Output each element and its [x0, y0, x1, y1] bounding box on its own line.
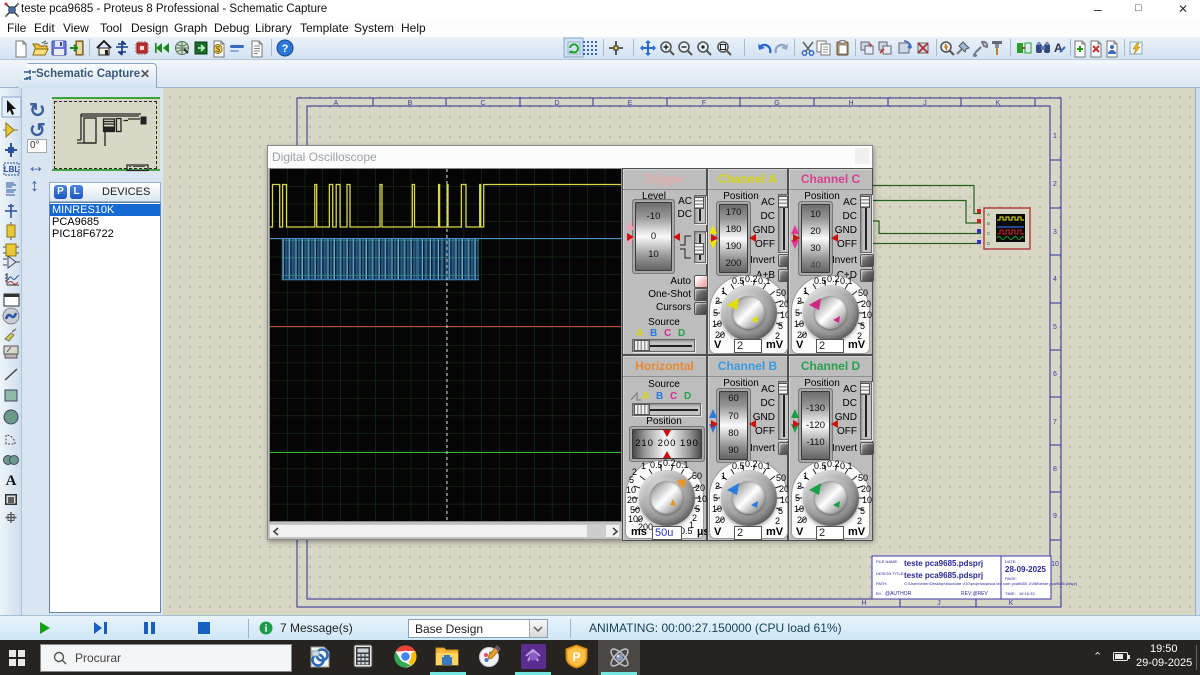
svg-text:A: A — [987, 212, 990, 217]
svg-text:P: P — [572, 650, 580, 664]
svg-text:DATE:: DATE: — [1005, 559, 1016, 564]
svg-text:9: 9 — [1053, 513, 1057, 520]
svg-text:3: 3 — [1053, 229, 1057, 236]
svg-text:E: E — [628, 100, 633, 107]
svg-text:TIME: 16:16:33: TIME: 16:16:33 — [1005, 591, 1035, 596]
svg-text:F: F — [702, 100, 706, 107]
svg-text:1: 1 — [1053, 133, 1057, 140]
svg-text:5: 5 — [1053, 324, 1057, 331]
svg-text:LBL: LBL — [4, 165, 20, 174]
svg-text:BY:: BY: — [876, 591, 882, 596]
svg-text:B: B — [987, 221, 990, 226]
svg-text:H: H — [861, 600, 866, 607]
svg-text:J: J — [937, 600, 941, 607]
svg-text:4: 4 — [1053, 276, 1057, 283]
svg-text:?: ? — [282, 43, 289, 55]
svg-text:A: A — [1054, 41, 1063, 55]
svg-text:DESIGN TITLE:: DESIGN TITLE: — [876, 571, 904, 576]
svg-text:J: J — [923, 100, 927, 107]
svg-text:D: D — [554, 100, 559, 107]
svg-text:28-09-2025: 28-09-2025 — [1005, 565, 1046, 574]
svg-text:K: K — [996, 100, 1001, 107]
svg-text:FILE NAME:: FILE NAME: — [876, 559, 898, 564]
svg-text:PAGE:: PAGE: — [1005, 576, 1017, 581]
svg-text:teste pca9685.pdsprj: teste pca9685.pdsprj — [904, 571, 983, 580]
svg-text:$: $ — [216, 45, 221, 54]
svg-text:H: H — [848, 100, 853, 107]
svg-text:K: K — [1009, 600, 1014, 607]
svg-text:A: A — [334, 100, 339, 107]
svg-text:i: i — [265, 624, 268, 635]
svg-text:B: B — [408, 100, 413, 107]
svg-text:2: 2 — [1053, 181, 1057, 188]
svg-text:6: 6 — [1053, 371, 1057, 378]
svg-text:C: C — [480, 100, 485, 107]
svg-text:C:\Users\eder\Desktop\flowcode: C:\Users\eder\Desktop\flowcode V10\proje… — [904, 581, 1077, 586]
svg-text:PATH:: PATH: — [876, 581, 887, 586]
svg-text:A: A — [6, 473, 17, 489]
svg-text:REV:@REV: REV:@REV — [961, 591, 989, 597]
svg-text:10: 10 — [1051, 561, 1059, 568]
svg-text:G: G — [774, 100, 779, 107]
svg-text:8: 8 — [1053, 466, 1057, 473]
svg-text:@AUTHOR: @AUTHOR — [885, 591, 912, 597]
svg-text:teste pca9685.pdsprj: teste pca9685.pdsprj — [904, 559, 983, 568]
svg-text:7: 7 — [1053, 419, 1057, 426]
